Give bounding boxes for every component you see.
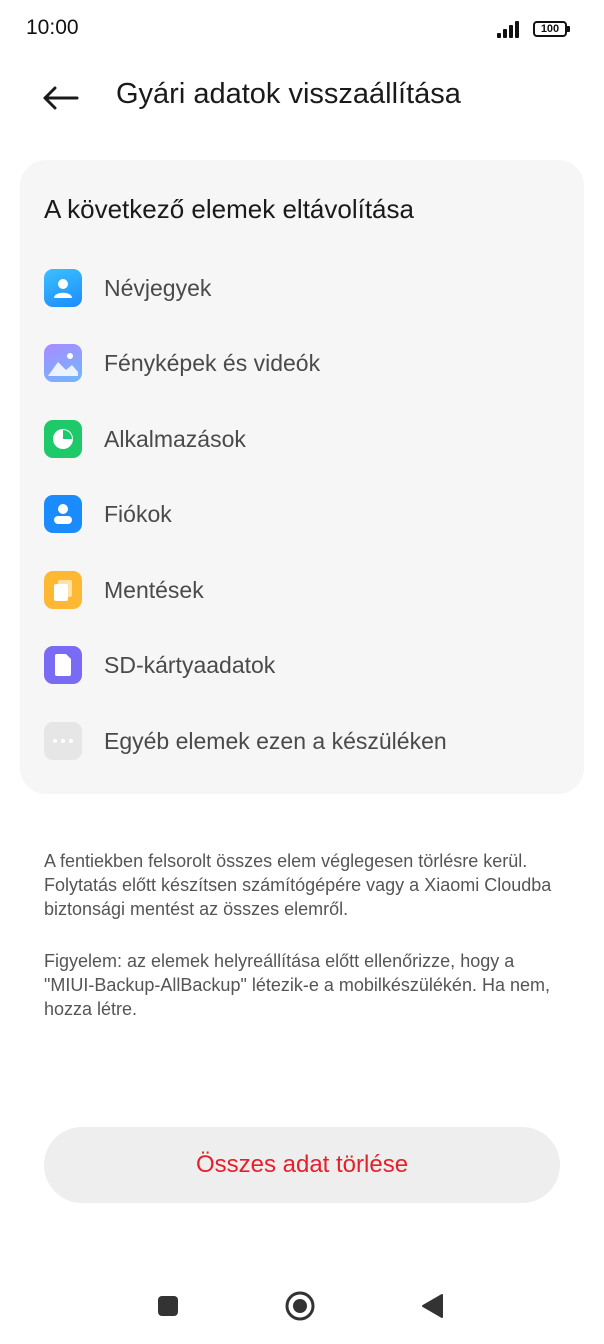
signal-icon [497, 20, 523, 38]
recent-apps-icon [158, 1296, 178, 1316]
items-card: A következő elemek eltávolítása Névjegye… [20, 160, 584, 794]
item-label: SD-kártyaadatok [104, 651, 276, 678]
back-button[interactable] [36, 76, 86, 120]
item-label: Névjegyek [104, 274, 212, 301]
home-button[interactable] [270, 1276, 330, 1336]
back-icon [422, 1294, 443, 1318]
more-icon [44, 722, 82, 760]
sd-card-icon [44, 646, 82, 684]
recent-apps-button[interactable] [138, 1276, 198, 1336]
list-item-photos: Fényképek és videók [44, 339, 564, 387]
warning-text: A fentiekben felsorolt összes elem végle… [44, 851, 552, 919]
item-label: Fiókok [104, 500, 172, 527]
list-item-accounts: Fiókok [44, 490, 564, 538]
list-item-sd-card: SD-kártyaadatok [44, 641, 564, 689]
back-nav-button[interactable] [402, 1276, 462, 1336]
account-icon [44, 495, 82, 533]
contacts-icon [44, 269, 82, 307]
status-time: 10:00 [26, 16, 79, 39]
gallery-icon [44, 344, 82, 382]
apps-icon [44, 420, 82, 458]
battery-icon: 100 [533, 21, 570, 37]
arrow-left-icon [43, 86, 79, 110]
item-label: Egyéb elemek ezen a készüléken [104, 727, 447, 754]
erase-all-data-button[interactable]: Összes adat törlése [44, 1127, 560, 1203]
erase-button-label: Összes adat törlése [195, 1151, 409, 1178]
card-title: A következő elemek eltávolítása [44, 194, 414, 224]
item-label: Mentések [104, 576, 204, 603]
battery-level: 100 [540, 23, 560, 35]
backup-note-text: Figyelem: az elemek helyreállítása előtt… [44, 951, 550, 1019]
list-item-contacts: Névjegyek [44, 264, 564, 312]
item-label: Alkalmazások [104, 425, 246, 452]
backup-icon [44, 571, 82, 609]
header: Gyári adatok visszaállítása [0, 70, 604, 126]
list-item-apps: Alkalmazások [44, 415, 564, 463]
page-title: Gyári adatok visszaállítása [116, 78, 461, 110]
item-label: Fényképek és videók [104, 349, 321, 376]
list-item-backups: Mentések [44, 566, 564, 614]
list-item-other: Egyéb elemek ezen a készüléken [44, 717, 564, 765]
home-icon [285, 1291, 315, 1321]
navigation-bar [0, 1276, 604, 1336]
status-bar: 10:00 100 [0, 0, 604, 58]
